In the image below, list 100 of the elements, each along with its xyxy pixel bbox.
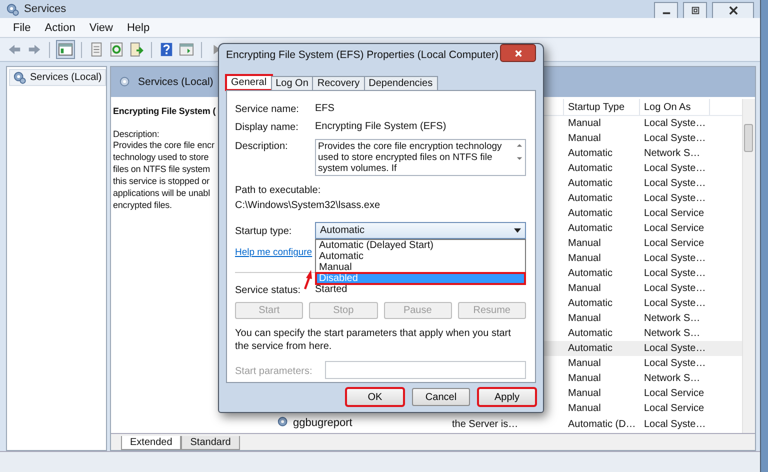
view-tab[interactable]: Standard bbox=[181, 436, 240, 450]
table-cell-text: Local Syste… bbox=[643, 118, 707, 129]
table-cell-text: Local Syste… bbox=[643, 193, 707, 204]
view-tab[interactable]: Extended bbox=[121, 436, 182, 450]
scrollbar[interactable] bbox=[742, 99, 755, 433]
field-value: EFS bbox=[315, 103, 336, 114]
table-cell-text: Manual bbox=[567, 358, 602, 369]
table-cell-text: Local Syste… bbox=[643, 163, 707, 174]
dropdown-option[interactable]: Automatic (Delayed Start) bbox=[316, 240, 525, 251]
table-cell-text: Automatic bbox=[567, 178, 614, 189]
pointer-arrow bbox=[304, 270, 312, 290]
help-icon[interactable] bbox=[158, 41, 175, 58]
panel-title: Services (Local) bbox=[138, 76, 214, 88]
table-cell-text: Manual bbox=[567, 133, 602, 144]
field-label: Start parameters: bbox=[235, 364, 314, 376]
minimize-button[interactable] bbox=[654, 2, 678, 19]
service-status-value: Started bbox=[315, 284, 348, 295]
table-cell-text: Network S… bbox=[643, 373, 702, 384]
table-cell-text: Local Service bbox=[643, 238, 706, 249]
window-title: Services bbox=[24, 3, 66, 15]
table-cell-text: Manual bbox=[567, 313, 602, 324]
column-header[interactable]: Startup Type bbox=[564, 99, 640, 115]
dialog-tab[interactable]: General bbox=[226, 75, 272, 90]
table-cell-text: Manual bbox=[567, 283, 602, 294]
service-name[interactable]: ggbugreport bbox=[277, 416, 352, 429]
table-cell-text: Network S… bbox=[643, 313, 702, 324]
dialog-tab[interactable]: Recovery bbox=[312, 76, 365, 90]
gears-icon bbox=[119, 76, 132, 88]
help-link[interactable]: Help me configure bbox=[235, 247, 312, 258]
field-label: Service status: bbox=[235, 284, 301, 296]
table-cell-text: Automatic bbox=[567, 223, 614, 234]
startup-type-dropdown[interactable]: Automatic bbox=[315, 222, 526, 239]
table-cell-text: Automatic (D… bbox=[567, 418, 637, 430]
table-cell-text: Automatic bbox=[567, 208, 614, 219]
dialog-tab[interactable]: Dependencies bbox=[364, 76, 438, 90]
table-cell-text: Automatic bbox=[567, 343, 614, 354]
table-cell-text: Manual bbox=[567, 118, 602, 129]
dialog-button[interactable]: Cancel bbox=[412, 388, 470, 406]
gears-icon bbox=[6, 2, 19, 16]
menu-item[interactable]: Help bbox=[120, 22, 157, 34]
service-title: Encrypting File System ( bbox=[113, 106, 216, 116]
table-cell-text: Local Syste… bbox=[643, 178, 707, 189]
table-cell-text: Local Service bbox=[643, 388, 706, 399]
export-icon[interactable] bbox=[128, 41, 145, 58]
tree-item[interactable]: Services (Local) bbox=[9, 69, 106, 86]
table-cell-text: Network S… bbox=[643, 148, 702, 159]
dialog-button[interactable]: Apply bbox=[478, 388, 536, 406]
gears-icon bbox=[13, 71, 26, 84]
dialog-tab[interactable]: Log On bbox=[270, 76, 314, 90]
close-button[interactable] bbox=[712, 2, 754, 19]
menu-item[interactable]: File bbox=[6, 22, 38, 34]
close-icon bbox=[728, 6, 738, 15]
table-cell: the Server is… bbox=[452, 418, 518, 430]
table-cell-text: Local Syste… bbox=[643, 358, 707, 369]
table-cell-text: Local Syste… bbox=[643, 298, 707, 309]
table-cell-text: Automatic bbox=[567, 163, 614, 174]
table-cell-text: Local Syste… bbox=[643, 283, 707, 294]
table-cell-text: Manual bbox=[567, 373, 602, 384]
menu-item[interactable]: View bbox=[82, 22, 120, 34]
table-cell-text: Local Syste… bbox=[643, 418, 707, 430]
close-icon bbox=[514, 48, 522, 58]
table-cell-text: Manual bbox=[567, 253, 602, 264]
description-label: Description: bbox=[113, 129, 160, 139]
caret-icon bbox=[514, 228, 521, 233]
table-cell-text: Automatic bbox=[567, 328, 614, 339]
table-cell-text: Local Service bbox=[643, 208, 706, 219]
start-parameters-note: You can specify the start parameters that apply when you start the service from here. bbox=[235, 327, 512, 353]
dropdown-option[interactable]: Manual bbox=[316, 262, 525, 273]
service-description: Provides the core file encr technology used to store files on NTFS file system this service is stopped or applications will be unabl encrypted files. bbox=[113, 139, 214, 211]
table-cell-text: Automatic bbox=[567, 193, 614, 204]
dropdown-option[interactable]: Automatic bbox=[316, 251, 525, 262]
restore-icon bbox=[690, 6, 700, 15]
gears-icon bbox=[277, 416, 290, 429]
table-cell-text: Local Syste… bbox=[643, 133, 707, 144]
table-cell-text: Local Syste… bbox=[643, 343, 707, 354]
field-label: Description: bbox=[235, 140, 288, 152]
field-value: Encrypting File System (EFS) bbox=[315, 121, 448, 132]
console-tree-icon[interactable] bbox=[56, 40, 75, 59]
executable-path: C:\Windows\System32\lsass.exe bbox=[235, 199, 382, 212]
field-label: Service name: bbox=[235, 103, 299, 115]
description-field[interactable]: Provides the core file encryption technology used to store encrypted files on NTFS file system volumes. If bbox=[315, 139, 526, 176]
view-icon[interactable] bbox=[178, 41, 195, 58]
maximize-button[interactable] bbox=[683, 2, 707, 19]
menu-item[interactable]: Action bbox=[38, 22, 82, 34]
table-cell-text: Manual bbox=[567, 403, 602, 414]
close-button[interactable] bbox=[500, 44, 536, 62]
table-cell-text: Automatic bbox=[567, 268, 614, 279]
table-cell-text: Local Syste… bbox=[643, 268, 707, 279]
table-cell-text: Manual bbox=[567, 388, 602, 399]
table-cell-text: Local Service bbox=[643, 403, 706, 414]
table-cell-text: Automatic bbox=[567, 148, 614, 159]
table-cell-text: Local Syste… bbox=[643, 253, 707, 264]
field-label: Display name: bbox=[235, 121, 298, 133]
dialog-button[interactable]: OK bbox=[346, 388, 404, 406]
dialog-title: Encrypting File System (EFS) Properties (Local Computer) bbox=[226, 49, 499, 61]
column-header[interactable]: Log On As bbox=[640, 99, 710, 115]
table-cell-text: Local Service bbox=[643, 223, 706, 234]
scroll-thumb[interactable] bbox=[744, 124, 753, 152]
refresh-icon[interactable] bbox=[108, 41, 125, 58]
table-cell-text: Automatic bbox=[567, 298, 614, 309]
